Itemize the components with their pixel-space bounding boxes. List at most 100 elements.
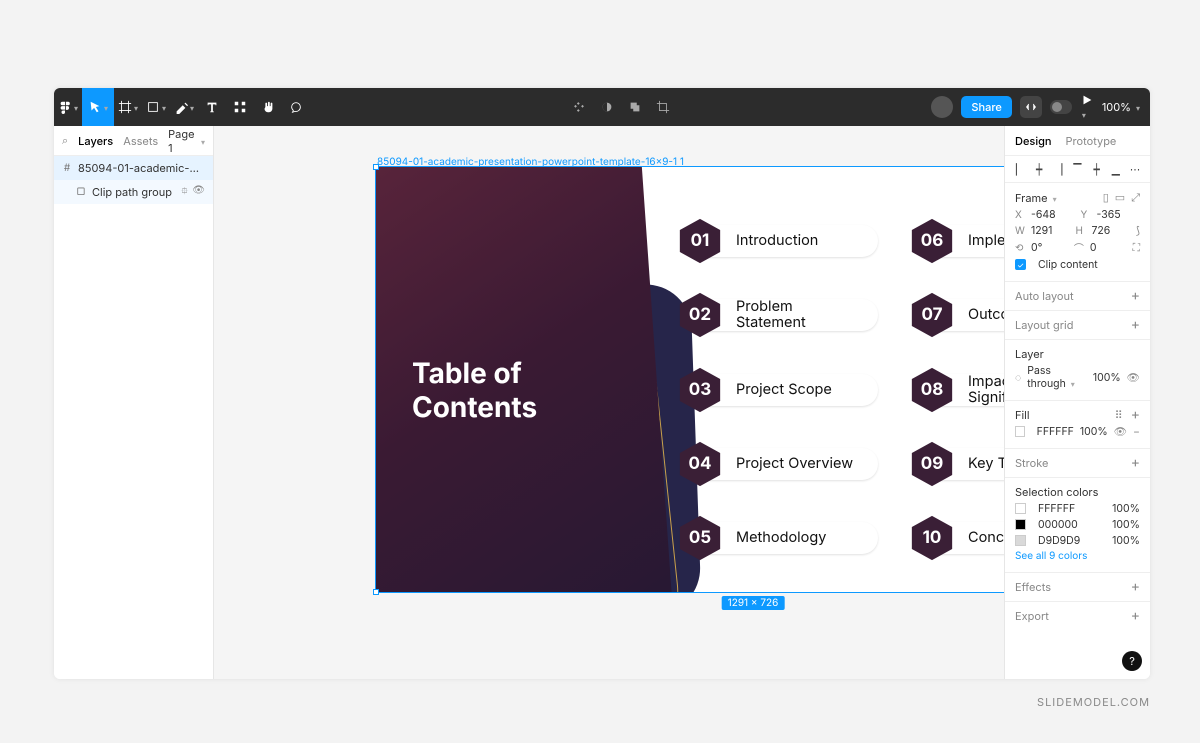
hexagon-badge: 04 [676, 440, 724, 488]
help-button[interactable]: ? [1122, 651, 1142, 671]
y-input[interactable]: -365 [1097, 208, 1141, 221]
mask-icon[interactable] [600, 100, 614, 114]
design-panel: Design Prototype ▏ ┿ ▕ ▔ ┿ ▁ ⋯ Frame ▯ ▭… [1004, 126, 1150, 679]
styles-icon[interactable]: ⠿ [1115, 408, 1123, 422]
page-dropdown[interactable]: Page 1 [168, 127, 205, 155]
rotation-input[interactable]: 0° [1031, 241, 1068, 254]
radius-input[interactable]: 0 [1090, 241, 1127, 254]
color-swatch[interactable] [1015, 535, 1026, 546]
shape-tool[interactable] [142, 88, 170, 126]
toc-label: Methodology [736, 530, 826, 546]
align-hcenter-icon[interactable]: ┿ [1032, 162, 1046, 176]
w-input[interactable]: 1291 [1031, 224, 1069, 237]
toc-label: ProblemStatement [736, 299, 806, 331]
autolayout-add[interactable]: + [1131, 289, 1140, 303]
devmode-button[interactable] [1020, 96, 1042, 118]
component-icon[interactable] [572, 100, 586, 114]
autolayout-label: Auto layout [1015, 289, 1074, 303]
radius-expand-icon[interactable]: ⛶ [1133, 241, 1140, 255]
resize-fit-icon[interactable]: ⤢ [1131, 190, 1140, 205]
color-swatch[interactable] [1015, 503, 1026, 514]
color-swatch[interactable] [1015, 519, 1026, 530]
hexagon-badge: 08 [908, 366, 956, 414]
chevron-down-icon [160, 100, 166, 114]
canvas[interactable]: 85094-01-academic-presentation-powerpoin… [214, 126, 1004, 679]
present-button[interactable] [1080, 93, 1094, 121]
avatar[interactable] [931, 96, 953, 118]
align-bottom-icon[interactable]: ▁ [1109, 162, 1123, 176]
pen-tool[interactable] [170, 88, 198, 126]
fill-opacity[interactable]: 100% [1080, 425, 1108, 438]
eye-icon[interactable]: 👁 [1127, 371, 1140, 384]
tab-assets[interactable]: Assets [123, 134, 158, 148]
fill-swatch[interactable] [1015, 426, 1025, 437]
fill-label: Fill [1015, 408, 1030, 422]
align-vcenter-icon[interactable]: ┿ [1090, 162, 1104, 176]
remove-icon[interactable]: − [1133, 425, 1140, 438]
hand-tool[interactable] [254, 88, 282, 126]
hexagon-badge: 01 [676, 217, 724, 265]
color-pct: 100% [1112, 502, 1140, 515]
tab-design[interactable]: Design [1015, 134, 1052, 148]
frame-tool[interactable] [114, 88, 142, 126]
devmode-toggle[interactable] [1050, 100, 1072, 114]
toc-label: Introduction [736, 233, 818, 249]
align-left-icon[interactable]: ▏ [1013, 162, 1027, 176]
text-tool[interactable] [198, 88, 226, 126]
stroke-add[interactable]: + [1131, 456, 1140, 470]
zoom-dropdown[interactable]: 100% [1102, 100, 1140, 114]
export-add[interactable]: + [1131, 609, 1140, 623]
chevron-down-icon [1069, 377, 1075, 390]
fill-add[interactable]: + [1131, 408, 1140, 422]
toc-label: Implementation [968, 233, 1004, 249]
orientation-portrait-icon[interactable]: ▯ [1103, 190, 1109, 205]
layer-section-label: Layer [1015, 347, 1044, 361]
clip-checkbox[interactable]: ✓ [1015, 259, 1026, 270]
effects-label: Effects [1015, 580, 1051, 594]
x-input[interactable]: -648 [1031, 208, 1075, 221]
align-top-icon[interactable]: ▔ [1070, 162, 1084, 176]
align-more-icon[interactable]: ⋯ [1128, 162, 1142, 176]
figma-menu-button[interactable] [54, 88, 82, 126]
color-pct: 100% [1112, 534, 1140, 547]
see-all-colors[interactable]: See all 9 colors [1015, 550, 1087, 562]
blend-icon[interactable]: ◌ [1015, 371, 1021, 384]
orientation-landscape-icon[interactable]: ▭ [1115, 190, 1125, 205]
layoutgrid-add[interactable]: + [1131, 318, 1140, 332]
opacity-input[interactable]: 100% [1093, 371, 1121, 384]
eye-icon[interactable]: 👁 [1114, 425, 1127, 438]
eye-icon[interactable]: 👁 [192, 184, 205, 201]
search-icon[interactable]: ⌕ [62, 133, 68, 148]
layer-frame-row[interactable]: # 85094-01-academic-presentatio… [54, 156, 213, 180]
layoutgrid-label: Layout grid [1015, 318, 1073, 332]
constrain-icon[interactable]: ⟆ [1136, 224, 1140, 237]
layer-name: Clip path group [92, 185, 175, 199]
tab-layers[interactable]: Layers [78, 134, 113, 148]
layer-child-row[interactable]: ▢ Clip path group ⯐👁 [54, 180, 213, 204]
resources-tool[interactable] [226, 88, 254, 126]
share-button[interactable]: Share [961, 96, 1011, 118]
layers-panel: ⌕ Layers Assets Page 1 # 85094-01-academ… [54, 126, 214, 679]
align-right-icon[interactable]: ▕ [1051, 162, 1065, 176]
color-hex[interactable]: 000000 [1038, 518, 1106, 531]
move-tool[interactable] [82, 88, 114, 126]
tab-prototype[interactable]: Prototype [1066, 134, 1117, 148]
fill-hex[interactable]: FFFFFF [1037, 425, 1074, 438]
color-pct: 100% [1112, 518, 1140, 531]
export-label: Export [1015, 609, 1049, 623]
hexagon-badge: 09 [908, 440, 956, 488]
boolean-icon[interactable] [628, 100, 642, 114]
crop-icon[interactable] [656, 100, 670, 114]
frame-section-label[interactable]: Frame [1015, 191, 1057, 205]
toc-label: Project Overview [736, 456, 853, 472]
layer-name: 85094-01-academic-presentatio… [78, 161, 205, 175]
h-input[interactable]: 726 [1091, 224, 1129, 237]
frame-icon: # [62, 162, 72, 174]
color-hex[interactable]: D9D9D9 [1038, 534, 1106, 547]
color-hex[interactable]: FFFFFF [1038, 502, 1106, 515]
comment-tool[interactable] [282, 88, 310, 126]
blend-dropdown[interactable]: Pass through [1027, 364, 1087, 390]
effects-add[interactable]: + [1131, 580, 1140, 594]
hexagon-badge: 07 [908, 291, 956, 339]
lock-icon[interactable]: ⯐ [181, 184, 189, 201]
